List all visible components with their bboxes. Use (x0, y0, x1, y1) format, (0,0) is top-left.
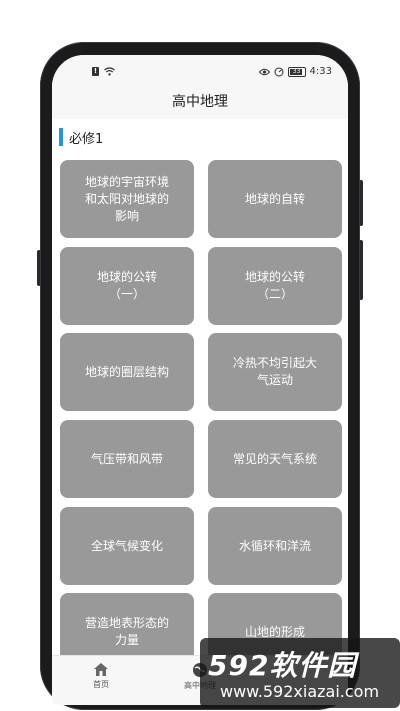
page-title: 高中地理 (52, 87, 348, 119)
battery-level: 33 (292, 67, 301, 75)
lesson-card[interactable]: 冷热不均引起大 气运动 (208, 333, 342, 411)
section-header: 必修1 (59, 128, 104, 147)
home-icon (94, 663, 108, 676)
status-time: 4:33 (309, 66, 332, 77)
watermark-url: www.592xiazai.com (220, 682, 380, 701)
lesson-card[interactable]: 常见的天气系统 (208, 420, 342, 498)
status-right: 33 4:33 (258, 66, 332, 77)
lesson-card[interactable]: 地球的宇宙环境 和太阳对地球的 影响 (60, 160, 194, 238)
lesson-card[interactable]: 地球的公转 （二） (208, 247, 342, 325)
lesson-card[interactable]: 水循环和洋流 (208, 507, 342, 585)
speedometer-icon (274, 67, 284, 76)
battery-icon: 33 (287, 66, 306, 77)
status-left: ! (92, 67, 115, 76)
sim-alert-icon: ! (92, 67, 99, 76)
eye-icon (258, 68, 270, 75)
section-accent-bar (59, 128, 63, 146)
wifi-icon (104, 67, 115, 76)
watermark-brand: 592软件园 (208, 649, 357, 682)
nav-item-home[interactable]: 首页 (56, 662, 146, 690)
status-bar: ! 33 4:33 (52, 55, 348, 87)
nav-home-label: 首页 (93, 680, 109, 689)
lesson-card[interactable]: 地球的自转 (208, 160, 342, 238)
app-screen: ! 33 4:33 高中地理 必修1 地球的宇宙环境 和太阳对地球的 影响 地球… (52, 55, 348, 705)
lesson-card[interactable]: 气压带和风带 (60, 420, 194, 498)
watermark-logo: 592软件园 www.592xiazai.com (200, 638, 400, 708)
lesson-card[interactable]: 地球的公转 （一） (60, 247, 194, 325)
lesson-card[interactable]: 全球气候变化 (60, 507, 194, 585)
lesson-card[interactable]: 地球的圈层结构 (60, 333, 194, 411)
section-title: 必修1 (69, 131, 104, 147)
